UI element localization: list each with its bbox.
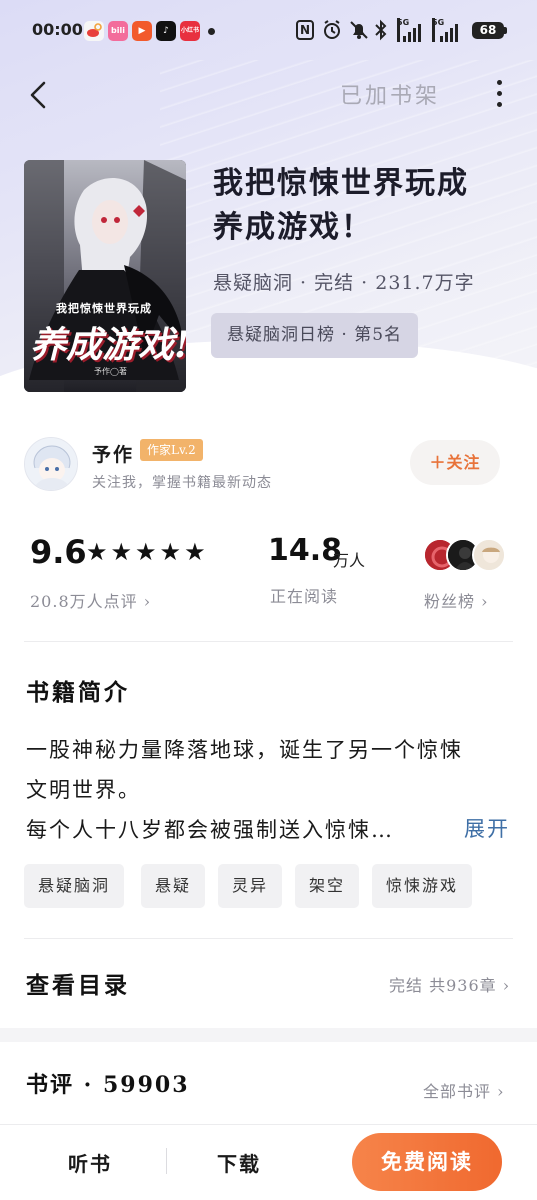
- intro-line: 每个人十八岁都会被强制送入惊悚…: [26, 818, 394, 842]
- expand-intro-button[interactable]: 展开: [464, 813, 510, 843]
- rating-score: 9.6: [30, 533, 87, 571]
- chevron-left-icon: [30, 81, 46, 109]
- xiaohongshu-icon: 小红书: [180, 21, 200, 41]
- signal-icon-2: 5G: [432, 18, 466, 42]
- cover-small-title: 我把惊悚世界玩成: [56, 302, 152, 315]
- intro-heading: 书籍简介: [26, 679, 130, 706]
- cover-author-mark: 予作◯著: [94, 367, 127, 376]
- intro-text[interactable]: 一股神秘力量降落地球，诞生了另一个惊悚 文明世界。 每个人十八岁都会被强制送入惊…: [26, 730, 516, 850]
- genre-tag[interactable]: 悬疑脑洞: [24, 864, 125, 908]
- fans-rank-link[interactable]: 粉丝榜 ›: [424, 588, 489, 612]
- genre-tag[interactable]: 惊悚游戏: [372, 864, 473, 908]
- reviews-heading: 书评 · 59903: [26, 1072, 190, 1098]
- mute-icon: [349, 19, 369, 41]
- reading-count: 14.8: [268, 533, 343, 568]
- author-name[interactable]: 予作: [92, 440, 134, 467]
- divider: [24, 938, 513, 939]
- reading-label: 正在阅读: [270, 587, 339, 606]
- bluetooth-icon: [374, 19, 388, 41]
- intro-line: 文明世界。: [26, 778, 141, 802]
- book-title-line-2: 养成游戏！: [213, 210, 373, 245]
- rating-stars: ★★★★★: [86, 538, 209, 566]
- weibo-icon: [84, 21, 104, 41]
- battery-tip: [504, 27, 507, 34]
- video-app-icon: ▶: [132, 21, 152, 41]
- rating-count-link[interactable]: 20.8万人点评 ›: [30, 588, 151, 612]
- genre-tag[interactable]: 灵异: [218, 864, 283, 908]
- genre-tag[interactable]: 架空: [295, 864, 360, 908]
- toc-heading[interactable]: 查看目录: [26, 966, 130, 1000]
- genre-tag[interactable]: 悬疑: [141, 864, 206, 908]
- all-reviews-link[interactable]: 全部书评 ›: [423, 1078, 505, 1102]
- more-button[interactable]: [492, 78, 508, 110]
- free-read-button[interactable]: 免费阅读: [352, 1133, 502, 1191]
- signal-icon: 5G: [397, 18, 427, 42]
- more-vertical-icon: [497, 80, 502, 85]
- tiktok-icon: ♪: [156, 21, 176, 41]
- book-meta: 悬疑脑洞 · 完结 · 231.7万字: [213, 272, 475, 294]
- book-cover[interactable]: 我把惊悚世界玩成 养成游戏! 予作◯著: [24, 160, 186, 392]
- listen-button[interactable]: 听书: [68, 1148, 112, 1177]
- author-avatar[interactable]: [24, 437, 78, 491]
- fan-avatar[interactable]: [472, 538, 506, 572]
- rank-badge[interactable]: 悬疑脑洞日榜 · 第5名: [211, 313, 419, 358]
- intro-line: 一股神秘力量降落地球，诞生了另一个惊悚: [26, 738, 463, 762]
- download-button[interactable]: 下载: [217, 1148, 261, 1177]
- author-level-badge: 作家Lv.2: [140, 439, 203, 461]
- book-title: 我把惊悚世界玩成 养成游戏！: [213, 162, 513, 250]
- section-separator: [0, 1028, 537, 1042]
- cover-big-title: 养成游戏!: [30, 324, 186, 366]
- back-button[interactable]: [26, 80, 52, 110]
- status-time: 00:00: [32, 20, 83, 39]
- more-notifications-dot: [208, 28, 215, 35]
- bottom-divider: [166, 1148, 167, 1174]
- nfc-icon: N: [296, 20, 314, 40]
- alarm-icon: [322, 19, 342, 41]
- follow-button[interactable]: ＋关注: [410, 440, 500, 485]
- battery-icon: 68: [472, 22, 504, 39]
- divider: [24, 641, 513, 642]
- status-bar: 00:00 bili ▶ ♪ 小红书 N 5G 5G 68: [0, 0, 537, 62]
- book-title-line-1: 我把惊悚世界玩成: [213, 166, 469, 201]
- toc-status-link[interactable]: 完结 共936章 ›: [389, 972, 510, 996]
- bilibili-icon: bili: [108, 21, 128, 41]
- reading-unit: 万人: [333, 551, 366, 570]
- shelf-status-button[interactable]: 已加书架: [340, 78, 440, 110]
- author-tip: 关注我，掌握书籍最新动态: [92, 475, 272, 491]
